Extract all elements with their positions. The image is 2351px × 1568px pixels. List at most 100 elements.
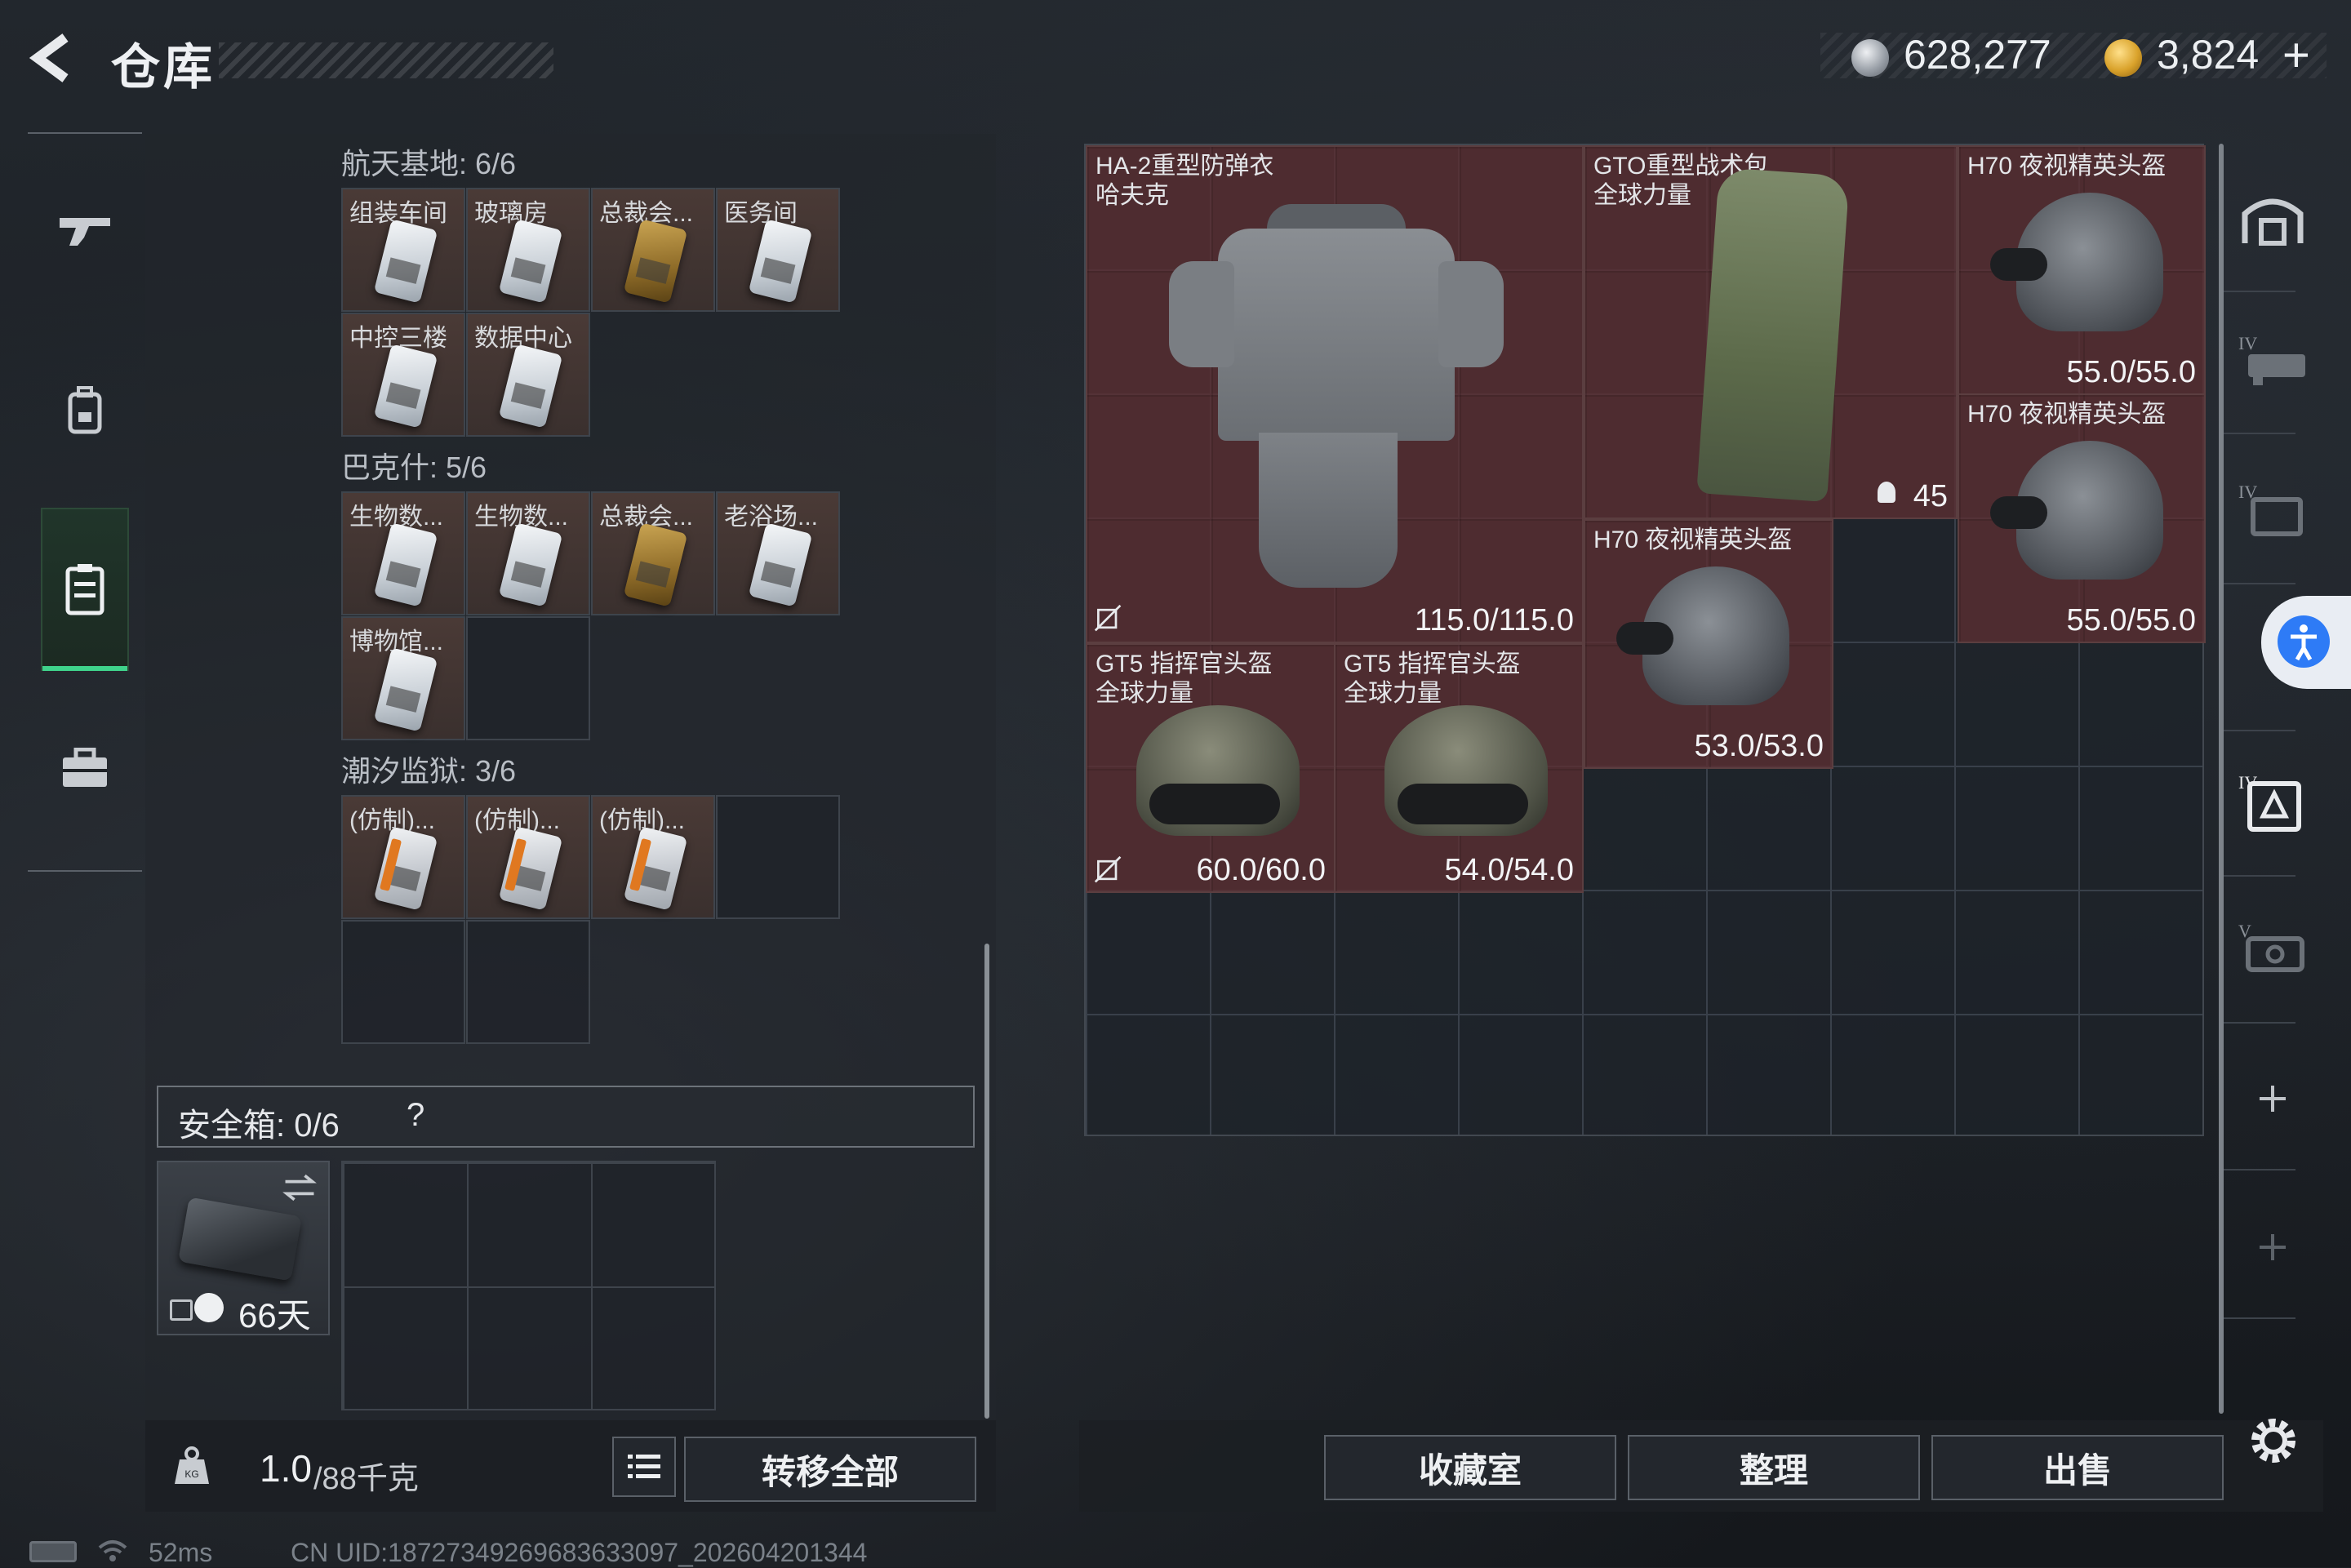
- silver-coin-icon: [1851, 39, 1889, 77]
- add-container-icon[interactable]: [2256, 1231, 2289, 1264]
- weight-bar: KG 1.0 /88千克 转移全部: [145, 1420, 996, 1512]
- keycard-slot[interactable]: (仿制)...: [591, 795, 715, 919]
- keycard-icon: [748, 219, 813, 304]
- document-case-tier4-icon[interactable]: IV: [2237, 480, 2310, 537]
- safebox-item[interactable]: 66天: [157, 1161, 330, 1335]
- nvg-lens: [1616, 622, 1673, 655]
- nvg-helmet-item[interactable]: H70 夜视精英头盔 55.0/55.0: [1958, 393, 2206, 643]
- weapon-icon: [60, 218, 110, 246]
- nav-divider: [28, 870, 142, 872]
- keycard-case-icon: [65, 564, 104, 615]
- keycard-slot[interactable]: 医务间: [716, 188, 840, 312]
- wifi-icon: [98, 1540, 127, 1561]
- nav-briefcase[interactable]: [41, 687, 129, 851]
- sell-button[interactable]: 出售: [1931, 1435, 2224, 1500]
- keycard-icon: [748, 522, 813, 607]
- keycard-slot[interactable]: 老浴场...: [716, 491, 840, 615]
- inventory-grid[interactable]: HA-2重型防弹衣 哈夫克 115.0/115.0 GTO重型战术包 全球力量 …: [1084, 144, 2206, 1136]
- lock-icon: [170, 1299, 193, 1321]
- backpack-icon: [68, 386, 102, 434]
- keycard-slot[interactable]: 总裁会...: [591, 491, 715, 615]
- keycard-slot[interactable]: 总裁会...: [591, 188, 715, 312]
- keycard-case-tier4-icon[interactable]: IV: [2237, 771, 2310, 836]
- empty-slot[interactable]: [466, 920, 590, 1044]
- svg-text:IV: IV: [2238, 333, 2257, 353]
- gun-case-tier4-icon[interactable]: IV: [2237, 331, 2310, 389]
- swap-icon[interactable]: [281, 1172, 318, 1203]
- item-durability: 115.0/115.0: [1414, 603, 1574, 637]
- item-count: 45: [1913, 479, 1948, 513]
- action-bar: 收藏室 整理 出售: [1079, 1420, 2323, 1512]
- medical-case-tier5-icon[interactable]: V: [2237, 919, 2310, 976]
- section-label: 航天基地: 6/6: [341, 147, 517, 180]
- keycard-icon: [373, 522, 438, 607]
- list-view-button[interactable]: [612, 1437, 676, 1497]
- briefcase-icon: [63, 748, 107, 787]
- silver-amount: 628,277: [1904, 32, 2051, 78]
- section-label: 潮汐监狱: 3/6: [341, 754, 517, 788]
- safebox-grid[interactable]: [341, 1161, 716, 1410]
- person-icon: [1878, 482, 1895, 503]
- sidebar-divider: [2224, 583, 2295, 584]
- organize-button[interactable]: 整理: [1628, 1435, 1920, 1500]
- stash-scrollbar[interactable]: [984, 944, 989, 1419]
- help-icon[interactable]: ?: [407, 1097, 424, 1134]
- keycard-icon: [623, 219, 688, 304]
- stash-room-icon[interactable]: [2240, 189, 2305, 247]
- item-name: H70 夜视精英头盔: [1593, 526, 1793, 553]
- commander-helmet-item[interactable]: GT5 指挥官头盔 全球力量 60.0/60.0: [1086, 643, 1335, 893]
- weight-max: /88千克: [313, 1462, 419, 1496]
- item-name: H70 夜视精英头盔: [1967, 153, 2167, 180]
- item-name: GT5 指挥官头盔 全球力量: [1096, 651, 1273, 707]
- nav-weapon[interactable]: [41, 149, 129, 312]
- commander-helmet-item[interactable]: GT5 指挥官头盔 全球力量 54.0/54.0: [1334, 643, 1584, 893]
- insured-icon: [1094, 604, 1122, 632]
- weight-value: 1.0: [260, 1447, 312, 1490]
- empty-slot[interactable]: [466, 616, 590, 740]
- nvg-helmet-item[interactable]: H70 夜视精英头盔 55.0/55.0: [1958, 145, 2206, 395]
- armor-item[interactable]: HA-2重型防弹衣 哈夫克 115.0/115.0: [1086, 145, 1584, 643]
- keycard-slot[interactable]: 生物数...: [466, 491, 590, 615]
- keycard-icon: [623, 522, 688, 607]
- nvg-lens: [1990, 248, 2047, 281]
- backpack-item[interactable]: GTO重型战术包 全球力量 45: [1584, 145, 1958, 519]
- back-arrow-icon[interactable]: [23, 29, 80, 87]
- accessibility-button[interactable]: [2261, 596, 2351, 689]
- empty-slot[interactable]: [341, 920, 465, 1044]
- transfer-all-button[interactable]: 转移全部: [684, 1437, 976, 1502]
- settings-gear-icon[interactable]: [2245, 1412, 2302, 1469]
- sidebar-divider: [2224, 433, 2295, 434]
- title-decoration: [219, 42, 553, 78]
- keycard-slot[interactable]: 中控三楼: [341, 313, 465, 437]
- keycard-slot[interactable]: 生物数...: [341, 491, 465, 615]
- add-currency-button[interactable]: +: [2282, 28, 2310, 82]
- keycard-icon: [373, 826, 438, 911]
- svg-text:KG: KG: [184, 1468, 198, 1480]
- keycard-slot[interactable]: (仿制)...: [341, 795, 465, 919]
- keycard-slot[interactable]: 博物馆...: [341, 616, 465, 740]
- left-nav: [28, 132, 142, 872]
- keycard-slot[interactable]: 数据中心: [466, 313, 590, 437]
- sidebar-divider: [2224, 875, 2295, 877]
- safebox-case-icon: [178, 1197, 302, 1281]
- item-name: HA-2重型防弹衣 哈夫克: [1096, 153, 1274, 209]
- sidebar-divider: [2224, 1169, 2295, 1170]
- keycard-slot[interactable]: 玻璃房: [466, 188, 590, 312]
- inventory-scrollbar[interactable]: [2219, 144, 2224, 1414]
- keycard-icon: [623, 826, 688, 911]
- visor: [1398, 784, 1528, 824]
- nvg-helmet-item[interactable]: H70 夜视精英头盔 53.0/53.0: [1584, 519, 1833, 769]
- keycard-slot[interactable]: 组装车间: [341, 188, 465, 312]
- sidebar-divider: [2224, 1317, 2295, 1319]
- add-container-icon[interactable]: [2256, 1082, 2289, 1115]
- keycard-icon: [498, 344, 563, 429]
- nav-keycard-case[interactable]: [41, 508, 129, 671]
- empty-slot[interactable]: [716, 795, 840, 919]
- keycard-icon: [373, 647, 438, 732]
- nvg-lens: [1990, 496, 2047, 529]
- collection-room-button[interactable]: 收藏室: [1324, 1435, 1616, 1500]
- accessibility-icon: [2291, 624, 2317, 661]
- keycard-slot[interactable]: (仿制)...: [466, 795, 590, 919]
- sidebar-divider: [2224, 1022, 2295, 1024]
- nav-backpack[interactable]: [41, 328, 129, 491]
